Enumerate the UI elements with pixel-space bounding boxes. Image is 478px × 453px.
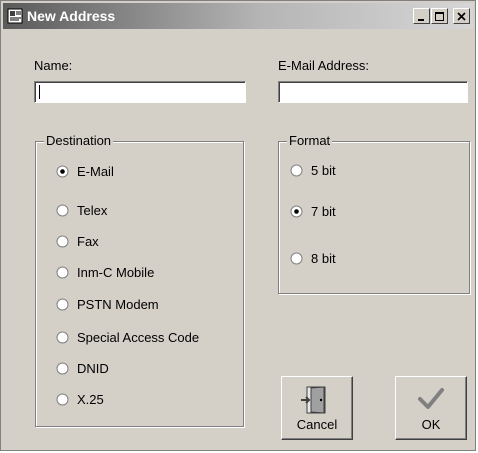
format-option-7bit[interactable]: 7 bit [290, 204, 336, 219]
radio-icon [56, 266, 69, 279]
radio-icon [56, 362, 69, 375]
cancel-button-label: Cancel [296, 417, 338, 432]
name-label: Name: [34, 58, 73, 73]
format-legend: Format [287, 133, 333, 148]
minimize-button[interactable] [413, 8, 430, 24]
cancel-button[interactable]: Cancel [281, 376, 353, 440]
format-option-8bit[interactable]: 8 bit [290, 251, 336, 266]
maximize-button[interactable] [431, 8, 448, 24]
name-field[interactable] [34, 81, 246, 103]
email-label: E-Mail Address: [278, 58, 370, 73]
destination-option-label: Inm-C Mobile [77, 265, 155, 280]
format-option-label: 7 bit [311, 204, 336, 219]
maximize-icon [435, 11, 444, 21]
title-bar[interactable]: New Address [3, 3, 473, 29]
text-caret [39, 85, 40, 99]
new-address-dialog: New Address Name: E-Mail Address: Destin… [0, 0, 476, 451]
destination-option-label: DNID [77, 361, 109, 376]
destination-option-dnid[interactable]: DNID [56, 361, 109, 376]
checkmark-icon [418, 388, 444, 409]
radio-icon [290, 164, 303, 177]
ok-button[interactable]: OK [395, 376, 467, 440]
radio-selected-icon [56, 165, 69, 178]
destination-option-label: Telex [77, 203, 108, 218]
destination-option-label: PSTN Modem [77, 297, 159, 312]
destination-option-special-access-code[interactable]: Special Access Code [56, 330, 199, 345]
radio-icon [56, 235, 69, 248]
radio-icon [56, 331, 69, 344]
email-field[interactable] [278, 81, 468, 103]
radio-icon [290, 252, 303, 265]
minimize-icon [418, 18, 424, 21]
email-input[interactable] [279, 82, 467, 102]
destination-option-label: Special Access Code [77, 330, 200, 345]
format-option-5bit[interactable]: 5 bit [290, 163, 336, 178]
destination-option-label: Fax [77, 234, 99, 249]
destination-legend: Destination [44, 133, 114, 148]
destination-option-fax[interactable]: Fax [56, 234, 99, 249]
ok-button-label: OK [421, 417, 441, 432]
format-option-label: 5 bit [311, 163, 336, 178]
radio-icon [56, 204, 69, 217]
format-option-label: 8 bit [311, 251, 336, 266]
radio-selected-icon [290, 205, 303, 218]
destination-option-label: X.25 [77, 392, 104, 407]
window-title: New Address [27, 8, 116, 24]
destination-option-inmc-mobile[interactable]: Inm-C Mobile [56, 265, 154, 280]
name-input[interactable] [35, 82, 245, 102]
destination-group: Destination [35, 133, 244, 427]
door-exit-icon [301, 386, 326, 414]
address-book-icon [7, 8, 23, 24]
destination-option-email[interactable]: E-Mail [56, 164, 114, 179]
radio-icon [56, 298, 69, 311]
close-icon [457, 11, 466, 21]
destination-option-pstn-modem[interactable]: PSTN Modem [56, 297, 159, 312]
destination-option-telex[interactable]: Telex [56, 203, 107, 218]
close-button[interactable] [453, 8, 470, 24]
radio-icon [56, 393, 69, 406]
destination-option-label: E-Mail [77, 164, 114, 179]
destination-option-x25[interactable]: X.25 [56, 392, 104, 407]
